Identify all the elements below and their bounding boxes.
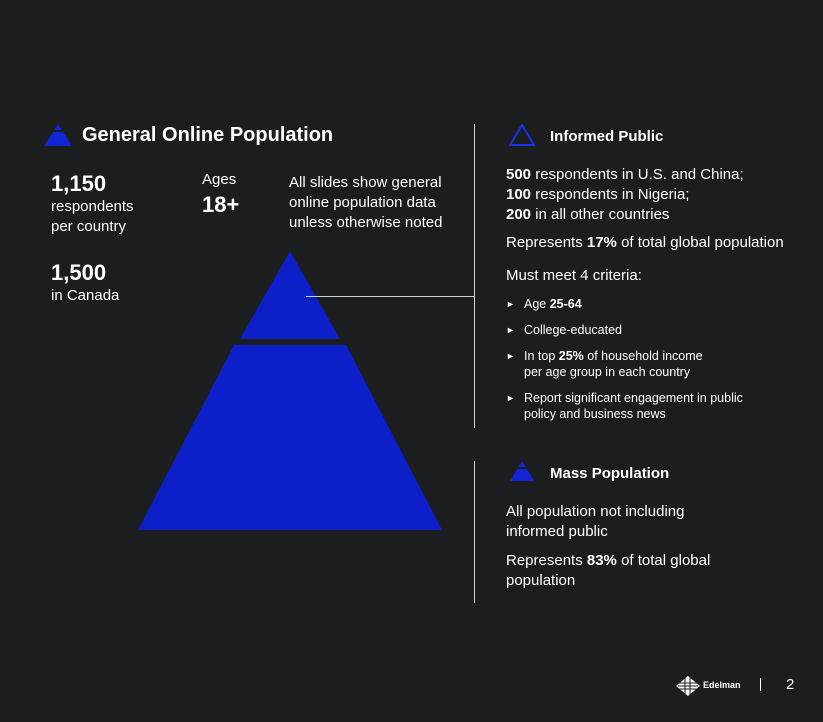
nigeria-text: respondents in Nigeria; — [531, 186, 690, 203]
bullet-icon: ► — [506, 325, 515, 335]
respondents-number: 1,150 — [51, 171, 107, 196]
respondents-label: respondents — [51, 198, 134, 215]
mass-description: All population not including informed pu… — [506, 503, 685, 540]
pyramid-base-icon — [510, 461, 534, 481]
bullet-icon: ► — [506, 393, 515, 403]
pyramid-icon — [44, 124, 72, 146]
population-note: All slides show general online populatio… — [289, 173, 464, 233]
mass-represents: Represents 83% of total global populatio… — [506, 552, 711, 589]
divider-upper — [474, 124, 475, 428]
divider-lower — [474, 461, 475, 603]
other-text: in all other countries — [531, 206, 670, 223]
list-item: ► College-educated — [506, 323, 622, 337]
footer-divider — [760, 678, 761, 691]
bullet-icon: ► — [506, 299, 515, 309]
brand-name: Edelman — [703, 680, 741, 690]
page-title: General Online Population — [82, 124, 334, 146]
list-item: ► In top 25% of household income per age g… — [506, 349, 703, 379]
informed-respondents: 500 respondents in U.S. and China; 100 r… — [506, 165, 806, 225]
ages-stat: Ages 18+ — [202, 171, 262, 218]
pyramid-base — [138, 345, 442, 530]
pyramid-outline-icon — [509, 124, 535, 146]
ages-label: Ages — [202, 171, 237, 188]
informed-percent: 17% — [586, 234, 617, 251]
connector-line — [306, 296, 474, 297]
note-line-2: online population data — [289, 194, 436, 211]
us-china-text: respondents in U.S. and China; — [531, 166, 744, 183]
other-count: 200 — [506, 206, 532, 223]
list-item: ► Report significant engagement in public… — [506, 391, 743, 421]
pyramid-graphic — [138, 251, 442, 530]
mass-population-title: Mass Population — [550, 465, 670, 482]
informed-public-title: Informed Public — [550, 128, 664, 145]
canada-number: 1,500 — [51, 260, 107, 285]
list-item: ► Age 25-64 — [506, 297, 582, 311]
page-number: 2 — [786, 676, 795, 693]
pyramid-top — [240, 251, 340, 339]
us-china-count: 500 — [506, 166, 532, 183]
note-line-1: All slides show general — [289, 174, 442, 191]
canada-stat: 1,500 in Canada — [51, 260, 119, 306]
edelman-logo-icon — [676, 676, 700, 696]
criteria-heading: Must meet 4 criteria: — [506, 267, 642, 284]
informed-represents: Represents 17% of total global populatio… — [506, 234, 784, 251]
respondents-label-2: per country — [51, 218, 127, 235]
mass-percent: 83% — [586, 552, 617, 569]
bullet-icon: ► — [506, 351, 515, 361]
ages-value: 18+ — [202, 192, 240, 217]
respondents-stat: 1,150 respondents per country — [51, 171, 134, 237]
canada-label: in Canada — [51, 287, 120, 304]
nigeria-count: 100 — [506, 186, 532, 203]
criteria-list: ► Age 25-64 ► College-educated ► In top 25%… — [506, 296, 796, 432]
note-line-3: unless otherwise noted — [289, 214, 443, 231]
